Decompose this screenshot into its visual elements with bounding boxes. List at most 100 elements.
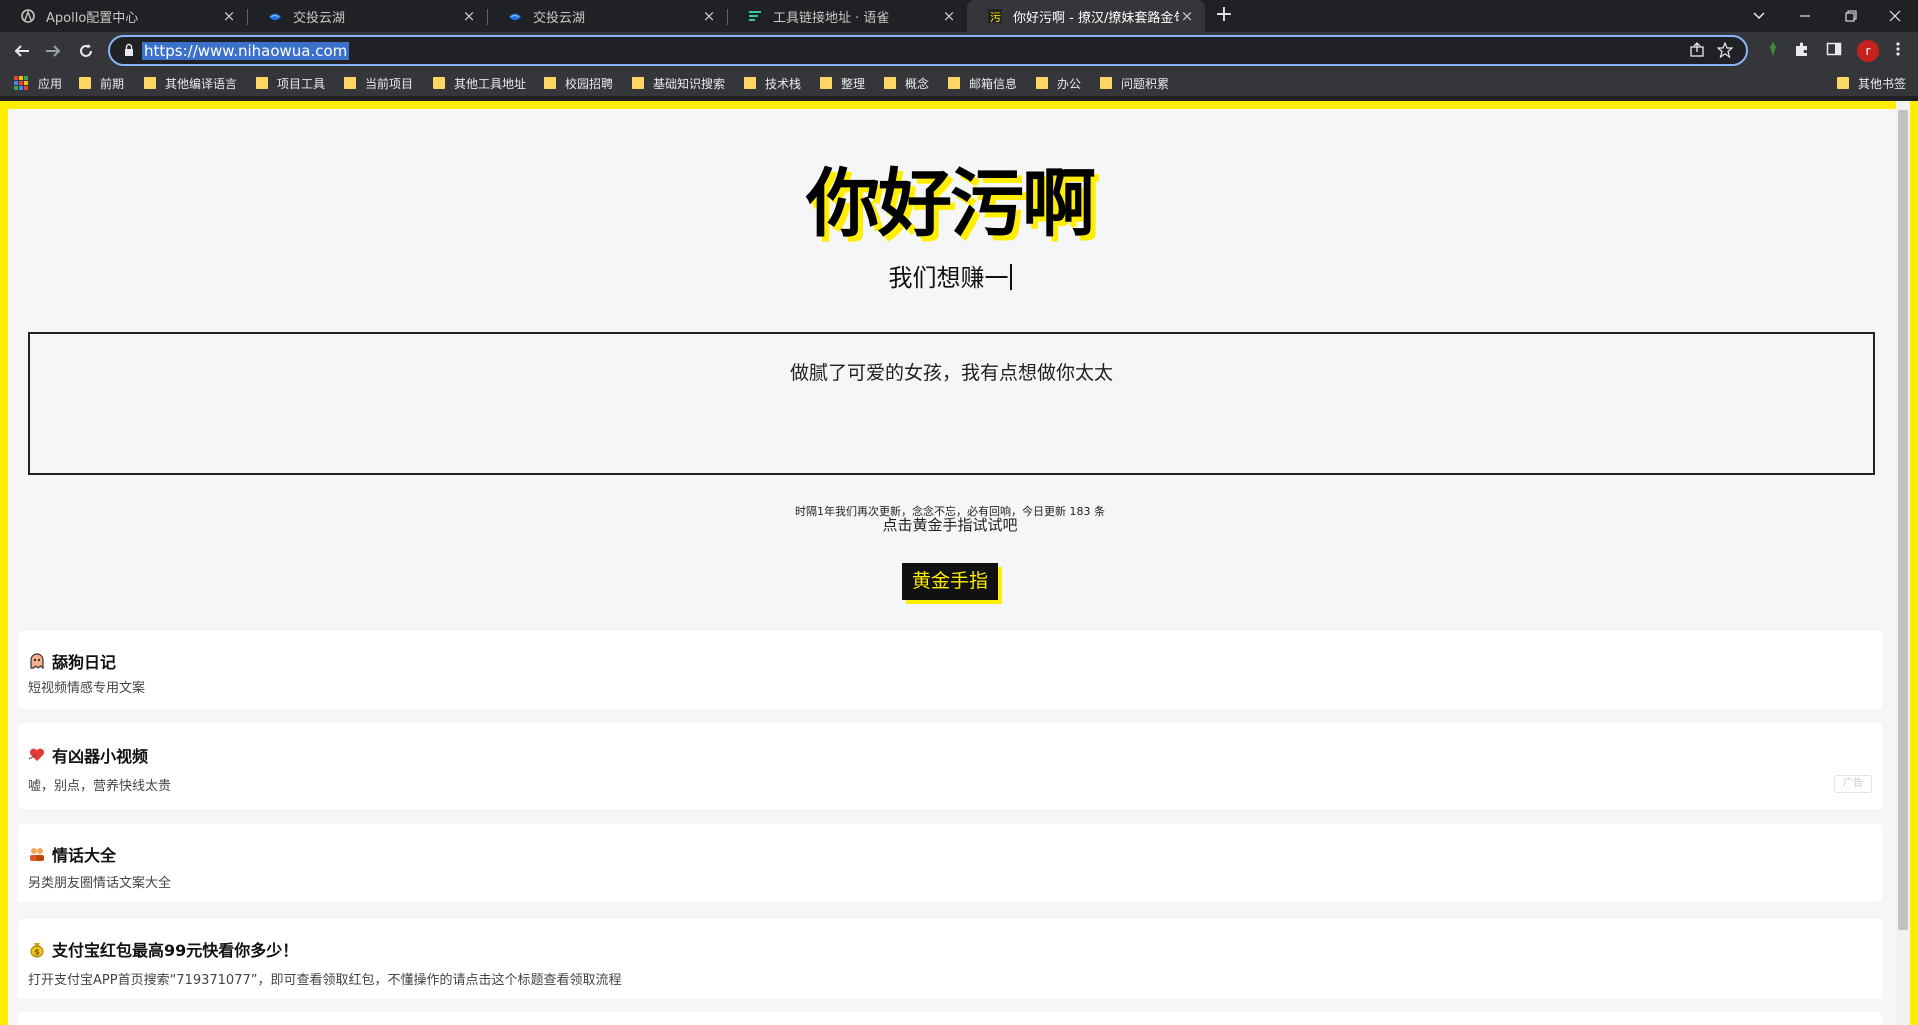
new-tab-button[interactable]: + xyxy=(1212,4,1236,28)
card-title-text: 舔狗日记 xyxy=(52,653,117,672)
bookmark-label: 项目工具 xyxy=(277,76,326,91)
window-close-icon[interactable] xyxy=(1872,0,1918,32)
cloud-lake-icon xyxy=(509,13,521,20)
card-love-words[interactable]: 情话大全 另类朋友圈情话文案大全 xyxy=(18,824,1882,902)
bookmark-folder[interactable]: 其他工具地址 xyxy=(433,75,526,91)
tab-search-icon[interactable] xyxy=(1736,0,1782,32)
bookmark-label: 邮箱信息 xyxy=(969,76,1018,91)
bookmark-label: 整理 xyxy=(841,76,866,91)
typing-caret xyxy=(1009,264,1012,290)
tab-yuque[interactable]: 工具链接地址 · 语雀 × xyxy=(727,0,967,32)
close-tab-icon[interactable]: × xyxy=(221,8,237,24)
card-next-partial[interactable] xyxy=(18,1012,1882,1025)
card-title-text: 有凶器小视频 xyxy=(52,747,149,766)
card-title[interactable]: $ 支付宝红包最高99元快看你多少！ xyxy=(28,937,298,961)
browser-toolbar: https://www.nihaowua.com r xyxy=(0,32,1918,70)
yuque-icon xyxy=(749,11,761,21)
share-icon[interactable] xyxy=(1688,42,1706,60)
extension-pin-icon[interactable] xyxy=(1763,41,1783,61)
page-viewport: 你好污啊 我们想赚一 做腻了可爱的女孩，我有点想做你太太 时隔1年我们再次更新，… xyxy=(0,101,1918,1025)
tab-label: 交投云湖 xyxy=(533,10,586,26)
tab-label: 你好污啊 - 撩汉/撩妹套路金句大 xyxy=(1013,10,1179,26)
card-description: 短视频情感专用文案 xyxy=(28,681,146,696)
bookmark-folder[interactable]: 问题积累 xyxy=(1100,75,1169,91)
bookmark-star-icon[interactable] xyxy=(1716,41,1734,60)
quote-box: 做腻了可爱的女孩，我有点想做你太太 xyxy=(28,332,1875,475)
folder-icon xyxy=(632,77,644,89)
card-description: 打开支付宝APP首页搜索“719371077”，即可查看领取红包，不懂操作的请点… xyxy=(28,973,622,988)
bookmark-folder[interactable]: 概念 xyxy=(884,75,929,91)
cloud-lake-icon xyxy=(269,13,281,20)
tab-label: 工具链接地址 · 语雀 xyxy=(773,10,890,26)
bookmark-label: 前期 xyxy=(100,76,125,91)
bookmark-folder[interactable]: 校园招聘 xyxy=(544,75,613,91)
forward-button[interactable] xyxy=(39,37,67,65)
bookmark-folder[interactable]: 前期 xyxy=(79,75,124,91)
card-title-text: 支付宝红包最高99元快看你多少！ xyxy=(52,941,299,960)
menu-kebab-icon[interactable] xyxy=(1888,41,1908,61)
address-bar[interactable]: https://www.nihaowua.com xyxy=(108,35,1748,66)
apollo-icon xyxy=(21,9,35,23)
folder-icon xyxy=(344,77,356,89)
back-arrow-icon xyxy=(14,45,29,57)
card-alipay-redpacket[interactable]: $ 支付宝红包最高99元快看你多少！ 打开支付宝APP首页搜索“71937107… xyxy=(18,919,1882,999)
folder-icon xyxy=(256,77,268,89)
close-tab-icon[interactable]: × xyxy=(1179,8,1195,24)
card-lick-dog-diary[interactable]: 舔狗日记 短视频情感专用文案 xyxy=(18,631,1882,709)
card-title[interactable]: 有凶器小视频 xyxy=(28,743,148,767)
forward-arrow-icon xyxy=(46,45,61,57)
back-button[interactable] xyxy=(8,37,36,65)
card-description: 另类朋友圈情话文案大全 xyxy=(28,876,172,891)
restore-icon[interactable] xyxy=(1828,0,1874,32)
card-title[interactable]: 情话大全 xyxy=(28,842,116,866)
bookmark-label: 其他工具地址 xyxy=(454,76,527,91)
bookmark-label: 校园招聘 xyxy=(565,76,614,91)
bookmark-folder[interactable]: 办公 xyxy=(1036,75,1081,91)
bookmark-folder[interactable]: 整理 xyxy=(820,75,865,91)
money-bag-icon: $ xyxy=(30,943,44,958)
bookmark-folder[interactable]: 邮箱信息 xyxy=(948,75,1017,91)
card-weapon-video[interactable]: 有凶器小视频 嘘，别点，营养快线太贵 广告 xyxy=(18,723,1882,809)
url-text[interactable]: https://www.nihaowua.com xyxy=(142,42,350,60)
folder-icon xyxy=(144,77,156,89)
card-title-text: 情话大全 xyxy=(52,846,117,865)
tab-cloud-lake-1[interactable]: 交投云湖 × xyxy=(247,0,488,32)
svg-text:污: 污 xyxy=(990,11,1001,24)
close-tab-icon[interactable]: × xyxy=(941,8,957,24)
tab-strip: Apollo配置中心 × 交投云湖 × 交投云湖 × 工具链接地址 · 语雀 ×… xyxy=(0,0,1918,32)
bookmark-label: 其他书签 xyxy=(1858,76,1907,91)
folder-icon xyxy=(948,77,960,89)
bookmark-label: 问题积累 xyxy=(1121,76,1170,91)
bookmark-folder[interactable]: 基础知识搜索 xyxy=(632,75,725,91)
scrollbar-thumb[interactable] xyxy=(1898,110,1908,930)
bookmark-label: 当前项目 xyxy=(365,76,414,91)
close-tab-icon[interactable]: × xyxy=(461,8,477,24)
tab-cloud-lake-2[interactable]: 交投云湖 × xyxy=(487,0,728,32)
tab-apollo[interactable]: Apollo配置中心 × xyxy=(0,0,248,32)
tab-nihaowua-active[interactable]: 污 你好污啊 - 撩汉/撩妹套路金句大 × xyxy=(967,0,1205,32)
bookmark-label: 其他编译语言 xyxy=(165,76,238,91)
try-hint: 点击黄金手指试试吧 xyxy=(882,516,1018,534)
bookmark-apps[interactable]: 应用 xyxy=(14,75,62,91)
bookmark-folder[interactable]: 当前项目 xyxy=(344,75,413,91)
side-panel-icon[interactable] xyxy=(1824,41,1844,61)
golden-finger-button[interactable]: 黄金手指 xyxy=(902,563,999,600)
lock-icon[interactable] xyxy=(122,43,136,57)
bookmark-folder[interactable]: 项目工具 xyxy=(256,75,325,91)
bookmark-folder[interactable]: 技术栈 xyxy=(744,75,801,91)
heart-icon xyxy=(28,748,45,761)
close-tab-icon[interactable]: × xyxy=(701,8,717,24)
extensions-puzzle-icon[interactable] xyxy=(1792,41,1812,61)
folder-icon xyxy=(1100,77,1112,89)
quote-text: 做腻了可爱的女孩，我有点想做你太太 xyxy=(789,362,1113,384)
bookmark-other[interactable]: 其他书签 xyxy=(1837,75,1906,91)
site-favicon: 污 xyxy=(988,9,1002,24)
reload-button[interactable] xyxy=(72,37,100,65)
minimize-icon[interactable] xyxy=(1782,0,1828,32)
profile-avatar[interactable]: r xyxy=(1857,40,1879,62)
couple-icon xyxy=(30,848,44,861)
bookmark-label: 技术栈 xyxy=(765,76,802,91)
card-title[interactable]: 舔狗日记 xyxy=(28,649,116,673)
bookmark-folder[interactable]: 其他编译语言 xyxy=(144,75,237,91)
bookmarks-bar: 应用 前期 其他编译语言 项目工具 当前项目 其他工具地址 校园招聘 基础知识搜… xyxy=(0,70,1918,96)
